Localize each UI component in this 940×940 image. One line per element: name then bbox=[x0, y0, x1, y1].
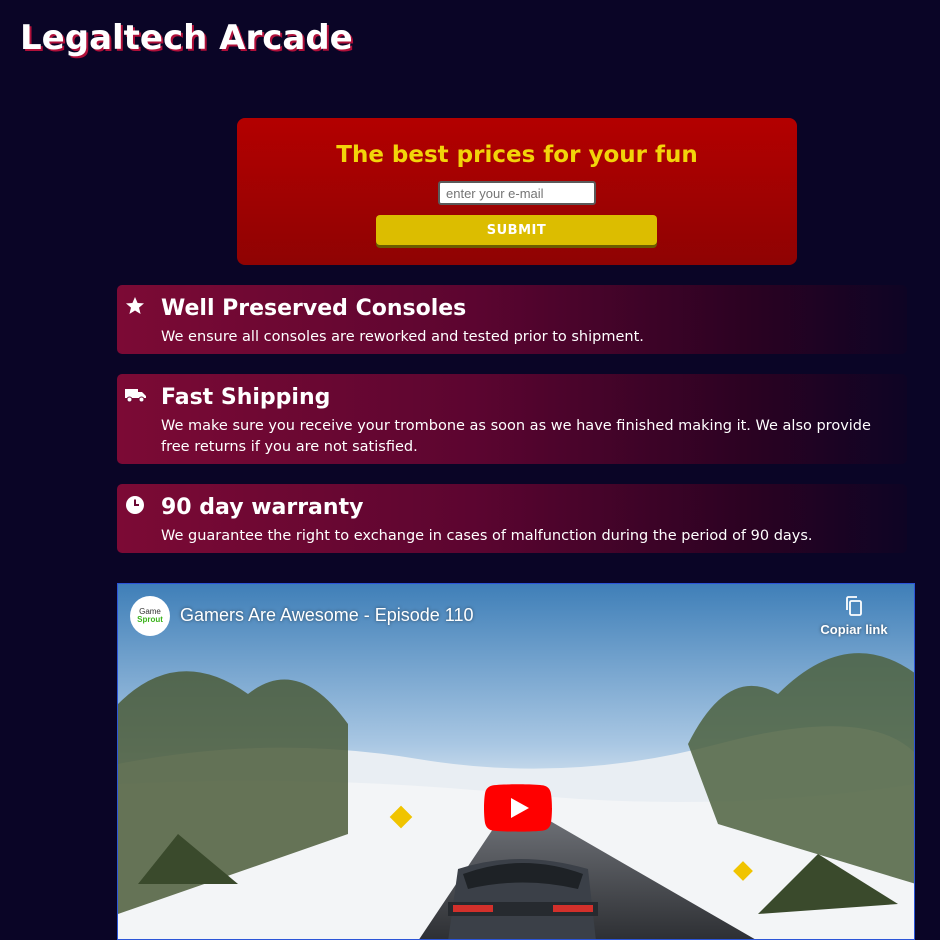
feature-text: We ensure all consoles are reworked and … bbox=[161, 329, 644, 345]
video-embed[interactable]: Game Sprout Gamers Are Awesome - Episode… bbox=[117, 583, 915, 940]
play-icon bbox=[484, 784, 552, 832]
submit-button[interactable]: SUBMIT bbox=[376, 215, 657, 245]
feature-card-shipping: Fast Shipping We make sure you receive y… bbox=[117, 374, 907, 464]
copy-link-label: Copiar link bbox=[820, 622, 888, 637]
feature-text: We make sure you receive your trombone a… bbox=[161, 418, 871, 455]
signup-box: The best prices for your fun SUBMIT bbox=[237, 118, 797, 265]
channel-avatar[interactable]: Game Sprout bbox=[130, 596, 170, 636]
feature-title: 90 day warranty bbox=[161, 495, 364, 520]
site-title: Legaltech Arcade bbox=[20, 18, 353, 58]
email-input[interactable] bbox=[438, 181, 596, 205]
copy-icon bbox=[846, 596, 862, 616]
feature-title: Fast Shipping bbox=[161, 385, 331, 410]
feature-card-consoles: Well Preserved Consoles We ensure all co… bbox=[117, 285, 907, 354]
video-title[interactable]: Gamers Are Awesome - Episode 110 bbox=[180, 605, 473, 626]
feature-card-warranty: 90 day warranty We guarantee the right t… bbox=[117, 484, 907, 553]
feature-title: Well Preserved Consoles bbox=[161, 296, 467, 321]
clock-icon bbox=[125, 495, 145, 515]
feature-text: We guarantee the right to exchange in ca… bbox=[161, 528, 813, 544]
video-thumbnail bbox=[118, 584, 914, 939]
star-icon bbox=[125, 296, 145, 316]
signup-heading: The best prices for your fun bbox=[336, 142, 698, 168]
channel-logo-subtext: Sprout bbox=[137, 615, 163, 624]
copy-link-button[interactable]: Copiar link bbox=[814, 596, 894, 637]
play-button[interactable] bbox=[484, 784, 552, 832]
truck-icon bbox=[125, 385, 146, 405]
